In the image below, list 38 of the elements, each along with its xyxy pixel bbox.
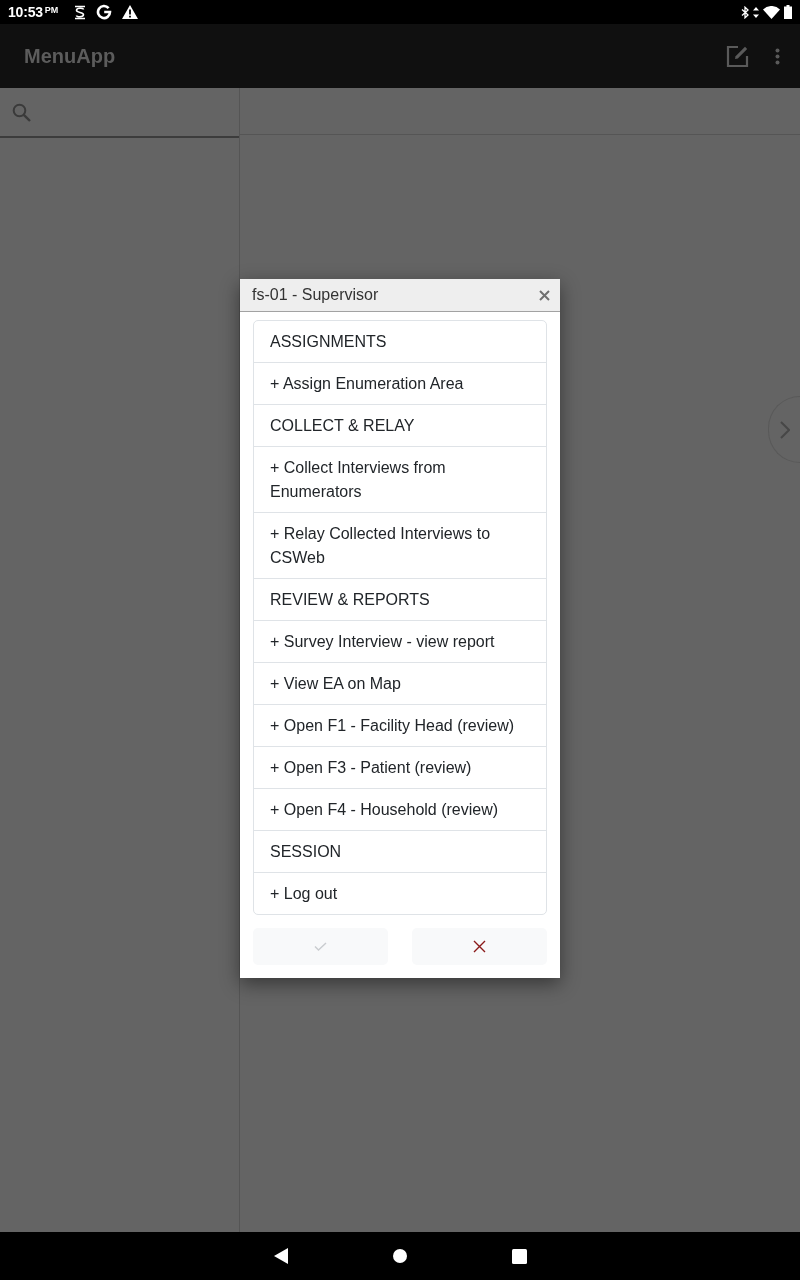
menu-item[interactable]: + Collect Interviews from Enumerators bbox=[254, 447, 546, 513]
status-time: 10:53 bbox=[8, 4, 43, 20]
home-button[interactable] bbox=[392, 1249, 407, 1263]
bluetooth-icon bbox=[741, 5, 749, 19]
wifi-icon bbox=[763, 5, 780, 19]
status-meridiem: PM bbox=[44, 5, 59, 15]
chevron-right-icon bbox=[780, 420, 790, 439]
app-title: MenuApp bbox=[24, 44, 116, 68]
data-arrows-icon bbox=[753, 6, 759, 18]
more-options-icon bbox=[775, 47, 780, 65]
more-options-button[interactable] bbox=[775, 47, 780, 65]
recents-icon bbox=[511, 1248, 527, 1264]
s-icon bbox=[74, 4, 87, 20]
home-icon bbox=[392, 1249, 407, 1263]
back-button[interactable] bbox=[273, 1248, 288, 1264]
menu-item[interactable]: + Assign Enumeration Area bbox=[254, 363, 546, 405]
menu-item[interactable]: + Open F3 - Patient (review) bbox=[254, 747, 546, 789]
menu-item[interactable]: + Open F1 - Facility Head (review) bbox=[254, 705, 546, 747]
menu-item[interactable]: + Relay Collected Interviews to CSWeb bbox=[254, 513, 546, 579]
menu-item[interactable]: COLLECT & RELAY bbox=[254, 405, 546, 447]
close-icon bbox=[539, 289, 550, 301]
menu-item[interactable]: + Survey Interview - view report bbox=[254, 621, 546, 663]
menu-item[interactable]: SESSION bbox=[254, 831, 546, 873]
g-icon bbox=[96, 4, 113, 20]
close-button[interactable] bbox=[539, 289, 550, 301]
search-icon bbox=[12, 102, 31, 122]
dialog-title: fs-01 - Supervisor bbox=[252, 286, 379, 304]
battery-icon bbox=[784, 5, 792, 19]
menu-item[interactable]: REVIEW & REPORTS bbox=[254, 579, 546, 621]
recents-button[interactable] bbox=[511, 1248, 527, 1264]
edit-button[interactable] bbox=[726, 44, 749, 68]
edit-icon bbox=[726, 44, 749, 68]
menu-item[interactable]: ASSIGNMENTS bbox=[254, 321, 546, 363]
menu-item[interactable]: + Log out bbox=[254, 873, 546, 914]
menu-item[interactable]: + View EA on Map bbox=[254, 663, 546, 705]
warning-icon bbox=[122, 5, 139, 19]
back-icon bbox=[273, 1248, 288, 1264]
menu-item[interactable]: + Open F4 - Household (review) bbox=[254, 789, 546, 831]
